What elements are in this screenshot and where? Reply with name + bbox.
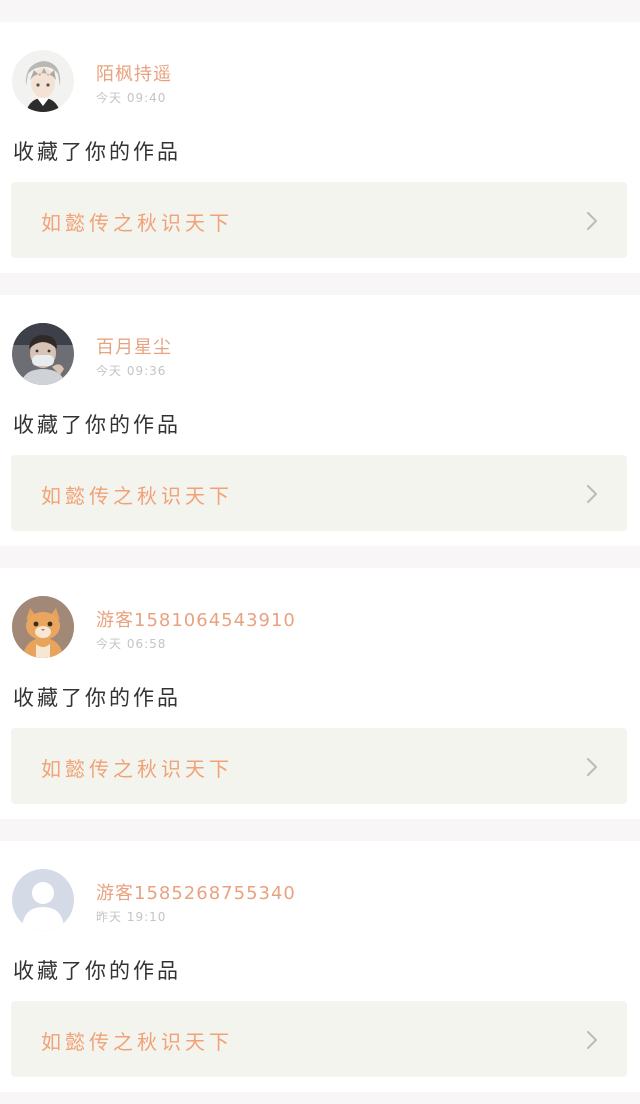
action-text: 收藏了你的作品 [13, 686, 181, 710]
notification-feed: 陌枫持遥 今天 09:40 收藏了你的作品 如懿传之秋识天下 百月星尘 今天 0… [0, 0, 640, 1104]
work-title: 如懿传之秋识天下 [41, 757, 233, 781]
notification-item: 游客1585268755340 昨天 19:10 收藏了你的作品 如懿传之秋识天… [0, 841, 640, 1092]
masked-person-avatar-icon [12, 323, 74, 385]
separator [0, 273, 640, 295]
chevron-right-icon [586, 1030, 598, 1050]
chevron-right-icon [586, 211, 598, 231]
action-text: 收藏了你的作品 [13, 413, 181, 437]
anime-boy-avatar-icon [12, 50, 74, 112]
work-link[interactable]: 如懿传之秋识天下 [11, 455, 627, 531]
username[interactable]: 陌枫持遥 [96, 60, 172, 86]
separator [0, 546, 640, 568]
action-text: 收藏了你的作品 [13, 959, 181, 983]
work-link[interactable]: 如懿传之秋识天下 [11, 728, 627, 804]
work-title: 如懿传之秋识天下 [41, 484, 233, 508]
orange-cat-avatar-icon [12, 596, 74, 658]
work-link[interactable]: 如懿传之秋识天下 [11, 1001, 627, 1077]
work-title: 如懿传之秋识天下 [41, 211, 233, 235]
work-title: 如懿传之秋识天下 [41, 1030, 233, 1054]
chevron-right-icon [586, 757, 598, 777]
avatar[interactable] [12, 596, 74, 658]
timestamp: 今天 09:36 [96, 364, 167, 378]
timestamp: 今天 06:58 [96, 637, 167, 651]
avatar[interactable] [12, 323, 74, 385]
timestamp: 今天 09:40 [96, 91, 167, 105]
notification-item: 陌枫持遥 今天 09:40 收藏了你的作品 如懿传之秋识天下 [0, 22, 640, 273]
avatar[interactable] [12, 50, 74, 112]
work-link[interactable]: 如懿传之秋识天下 [11, 182, 627, 258]
notification-item: 百月星尘 今天 09:36 收藏了你的作品 如懿传之秋识天下 [0, 295, 640, 546]
username[interactable]: 百月星尘 [96, 333, 172, 359]
username[interactable]: 游客1585268755340 [96, 879, 296, 905]
separator [0, 819, 640, 841]
username[interactable]: 游客1581064543910 [96, 606, 296, 632]
notification-item: 游客1581064543910 今天 06:58 收藏了你的作品 如懿传之秋识天… [0, 568, 640, 819]
avatar[interactable] [12, 869, 74, 931]
timestamp: 昨天 19:10 [96, 910, 167, 924]
action-text: 收藏了你的作品 [13, 140, 181, 164]
default-user-avatar-icon [12, 869, 74, 931]
chevron-right-icon [586, 484, 598, 504]
separator [0, 0, 640, 22]
